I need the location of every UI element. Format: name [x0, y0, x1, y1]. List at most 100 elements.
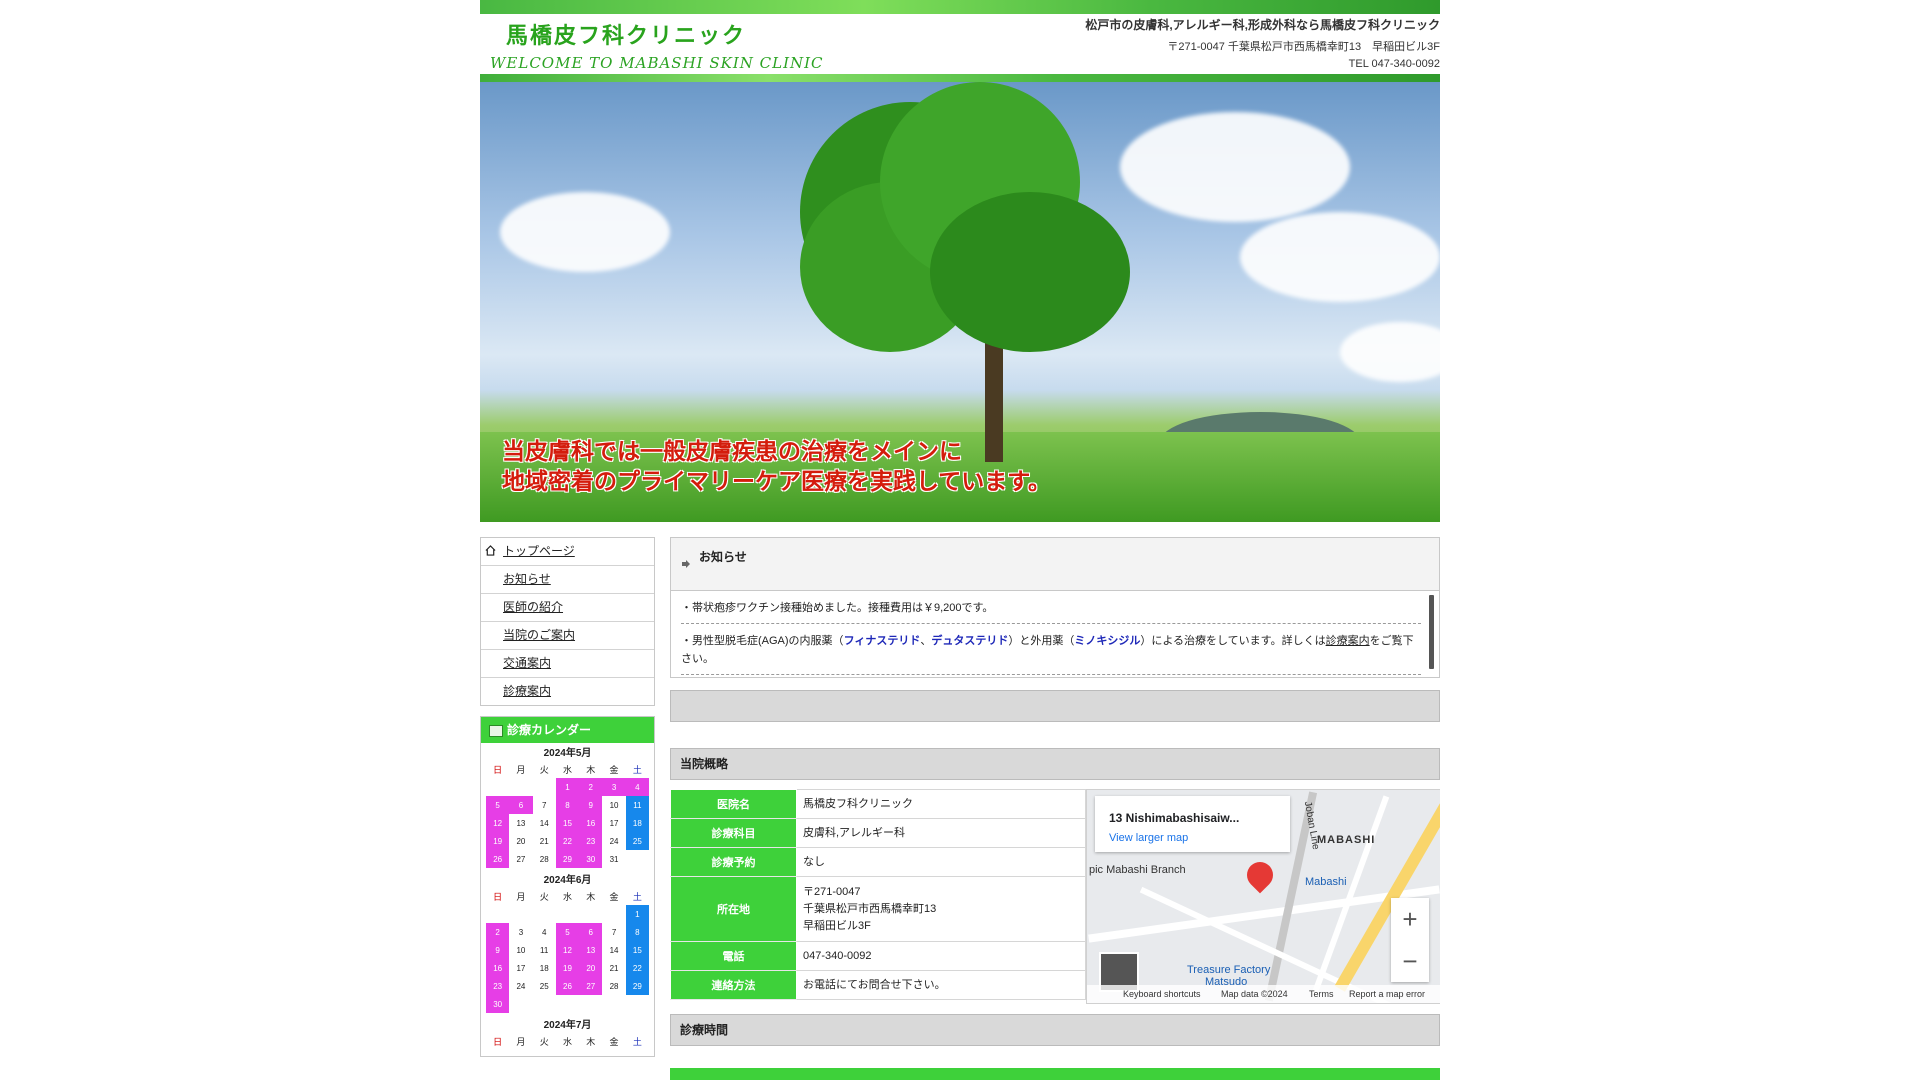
gray-divider-bar — [670, 690, 1440, 722]
calendar-day — [579, 995, 602, 1013]
row-value: 馬橋皮フ科クリニック — [796, 789, 1086, 819]
calendar-day: 23 — [486, 977, 510, 995]
calendar-day: 28 — [609, 981, 619, 991]
calendar-month-title: 2024年6月 — [543, 875, 592, 886]
calendar-day — [486, 778, 509, 796]
calendar-day: 14 — [609, 945, 619, 955]
calendar-panel: 診療カレンダー 2024年5月日月火水木金土 1 2 3 4 5 6 7 8 9 10 11 12 13 1… — [480, 716, 655, 1057]
google-map[interactable]: MABASHI pic Mabashi Branch Mabashi Treas… — [1086, 789, 1440, 1004]
row-value: 皮膚科,アレルギー科 — [796, 818, 1086, 848]
hero-banner: 当皮膚科では一般皮膚疾患の治療をメインに 地域密着のプライマリーケア医療を実践し… — [480, 82, 1440, 522]
treatment-link[interactable]: 診療案内 — [1326, 635, 1370, 647]
calendar-month-title: 2024年5月 — [543, 748, 592, 759]
cloud — [1340, 322, 1440, 382]
zoom-out-button[interactable]: − — [1391, 940, 1429, 982]
row-value: なし — [796, 847, 1086, 877]
calendar-month: 2024年7月日 月 火 水 木 金 土 — [486, 1019, 649, 1050]
table-row: 電話 047-340-0092 — [670, 941, 1086, 971]
calendar-day: 21 — [539, 836, 549, 846]
calendar-day: 5 — [555, 923, 580, 941]
header: 馬橋皮フ科クリニック WELCOME TO MABASHI SKIN CLINI… — [480, 0, 1440, 82]
header-description: 松戸市の皮膚科,アレルギー科,形成外科なら馬橋皮フ科クリニック — [1085, 18, 1440, 32]
calendar-day: 25 — [625, 832, 649, 850]
map-label: pic Mabashi Branch — [1089, 864, 1186, 876]
calendar-day: 5 — [486, 796, 510, 814]
calendar-day: 22 — [555, 832, 580, 850]
cloud — [1240, 212, 1440, 302]
calendar-title: 診療カレンダー — [507, 723, 592, 737]
calendar-weekday: 木 — [586, 892, 596, 902]
calendar-weekday: 月 — [516, 765, 526, 775]
nav-item-treatment[interactable]: 診療案内 — [481, 678, 654, 705]
news-list[interactable]: ・帯状疱疹ワクチン接種始めました。接種費用は￥9,200です。 ・男性型脱毛症(… — [670, 591, 1440, 678]
clinic-logo-title[interactable]: 馬橋皮フ科クリニック — [506, 18, 746, 50]
calendar-day: 25 — [539, 981, 549, 991]
row-value: 047-340-0092 — [796, 941, 1086, 971]
map-place-name: 13 Nishimabashisaiw... — [1109, 811, 1240, 825]
calendar-day: 13 — [579, 941, 603, 959]
report-map-error-link[interactable]: Report a map error — [1349, 985, 1425, 1003]
drug-name: ミノキシジル — [1074, 635, 1141, 647]
calendar-day: 16 — [486, 959, 510, 977]
calendar-day: 27 — [516, 854, 526, 864]
calendar-day: 20 — [516, 836, 526, 846]
calendar-day: 27 — [579, 977, 603, 995]
calendar-day: 4 — [541, 927, 547, 937]
home-icon — [485, 545, 496, 556]
row-label: 電話 — [670, 941, 797, 971]
keyboard-shortcuts-link[interactable]: Keyboard shortcuts — [1123, 985, 1201, 1003]
calendar-day: 21 — [609, 963, 619, 973]
calendar-day: 1 — [555, 778, 580, 796]
hero-caption-line2: 地域密着のプライマリーケア医療を実践しています。 — [502, 469, 1052, 495]
drug-name: フィナステリド — [843, 635, 921, 647]
news-text: 、 — [920, 635, 932, 647]
main-content: お知らせ ・帯状疱疹ワクチン接種始めました。接種費用は￥9,200です。 ・男性… — [670, 537, 1440, 1080]
calendar-day — [509, 995, 532, 1013]
calendar-weekday: 木 — [586, 765, 596, 775]
calendar-day — [602, 905, 625, 923]
calendar-day: 6 — [579, 923, 603, 941]
calendar-weekday: 金 — [609, 1037, 619, 1047]
calendar-day: 2 — [486, 923, 510, 941]
clinic-logo-subtitle: WELCOME TO MABASHI SKIN CLINIC — [490, 54, 824, 72]
news-scrollbar[interactable] — [1429, 595, 1434, 669]
sidebar-nav: トップページ お知らせ 医師の紹介 当院のご案内 交通案内 診療案内 — [480, 537, 655, 706]
calendar-day: 6 — [509, 796, 533, 814]
calendar-weekday: 火 — [539, 1037, 549, 1047]
header-tel: TEL 047-340-0092 — [1348, 58, 1440, 70]
calendar-month: 2024年5月日月火水木金土 1 2 3 4 5 6 7 8 9 10 11 12 13 14 15 16 17 1… — [486, 747, 649, 868]
calendar-day: 12 — [486, 814, 510, 832]
calendar-day: 24 — [609, 836, 619, 846]
calendar-day: 10 — [609, 800, 619, 810]
drug-name: デュタステリド — [931, 635, 1009, 647]
nav-item-news[interactable]: お知らせ — [481, 566, 654, 594]
nav-item-doctor[interactable]: 医師の紹介 — [481, 594, 654, 622]
calendar-day: 30 — [579, 850, 603, 868]
calendar-weekday: 水 — [562, 1037, 572, 1047]
sidebar: トップページ お知らせ 医師の紹介 当院のご案内 交通案内 診療案内 診療カレン… — [480, 537, 655, 1057]
calendar-day: 10 — [516, 945, 526, 955]
calendar-day: 22 — [625, 959, 649, 977]
calendar-day — [626, 850, 649, 868]
calendar-weekday: 火 — [539, 765, 549, 775]
map-pin-icon[interactable] — [1241, 856, 1279, 894]
zoom-in-button[interactable]: + — [1391, 898, 1429, 940]
row-value: 〒271-0047 千葉県松戸市西馬橋幸町13 早稲田ビル3F — [796, 876, 1086, 942]
cloud — [1120, 112, 1350, 222]
nav-item-top[interactable]: トップページ — [481, 538, 654, 566]
calendar-weekday: 日 — [493, 765, 503, 775]
view-larger-map-link[interactable]: View larger map — [1109, 832, 1188, 844]
calendar-weekday: 土 — [632, 765, 642, 775]
terms-link[interactable]: Terms — [1309, 985, 1334, 1003]
nav-item-guide[interactable]: 当院のご案内 — [481, 622, 654, 650]
calendar-month-title: 2024年7月 — [543, 1020, 592, 1031]
tree-crown — [930, 192, 1130, 352]
calendar-day: 13 — [516, 818, 526, 828]
news-text: ）と外用薬（ — [1008, 635, 1075, 647]
nav-item-access[interactable]: 交通案内 — [481, 650, 654, 678]
calendar-day — [533, 995, 556, 1013]
calendar-day — [486, 905, 509, 923]
calendar-weekday: 月 — [516, 1037, 526, 1047]
calendar-day: 17 — [516, 963, 526, 973]
calendar-day: 4 — [625, 778, 649, 796]
